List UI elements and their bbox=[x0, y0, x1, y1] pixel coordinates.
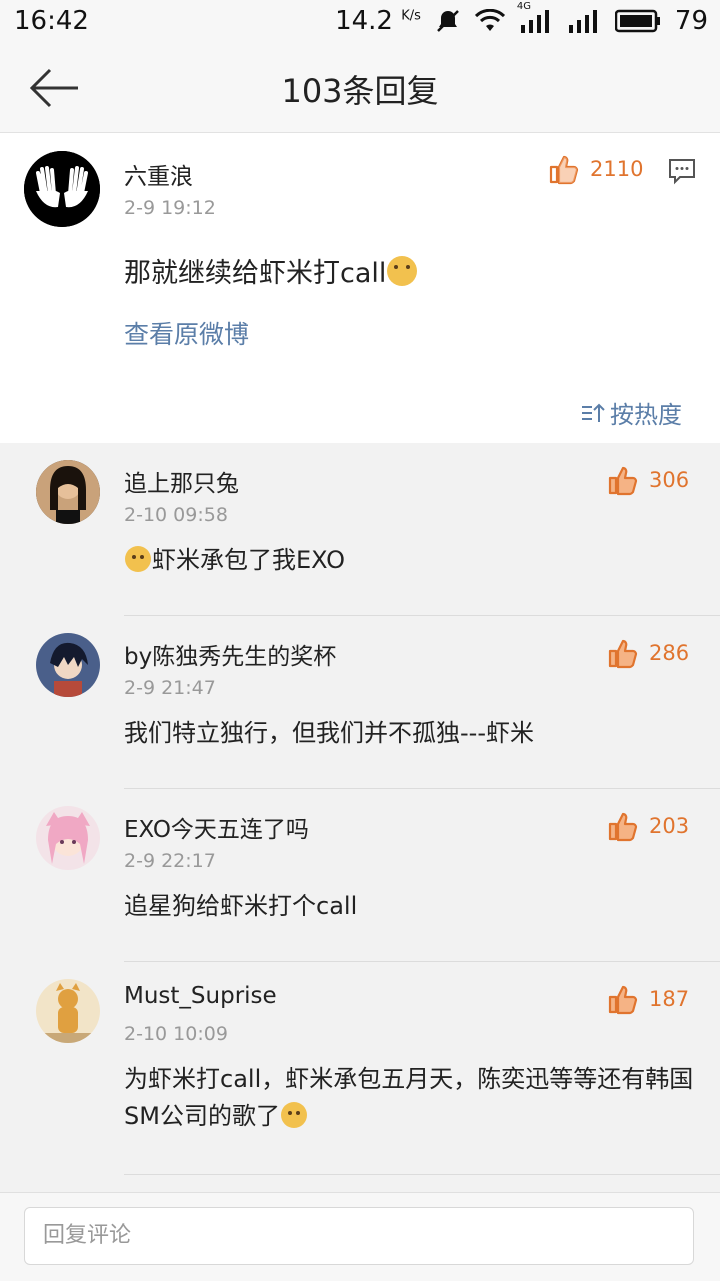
username[interactable]: EXO今天五连了吗 bbox=[124, 810, 309, 844]
like-button[interactable]: 306 bbox=[607, 464, 689, 496]
comment-text: 我们特立独行，但我们并不孤独---虾米 bbox=[124, 719, 534, 747]
network-speed: 14.2 K/s bbox=[335, 6, 421, 36]
sort-button[interactable]: 按热度 bbox=[580, 395, 682, 430]
avatar[interactable] bbox=[24, 151, 100, 227]
thumbs-up-icon bbox=[608, 985, 638, 1015]
like-count: 286 bbox=[649, 641, 690, 665]
comment-icon bbox=[669, 159, 695, 185]
avatar[interactable] bbox=[36, 979, 100, 1043]
list-item: EXO今天五连了吗 2-9 22:17 203 追星狗给虾米打个call bbox=[0, 790, 720, 962]
hands-avatar-icon bbox=[24, 151, 100, 227]
reply-button[interactable] bbox=[668, 157, 696, 185]
like-count: 187 bbox=[649, 987, 690, 1011]
like-button[interactable]: 286 bbox=[607, 637, 689, 669]
battery-level: 79 bbox=[674, 6, 708, 36]
thumbs-up-icon bbox=[608, 639, 638, 669]
view-original-link[interactable]: 查看原微博 bbox=[124, 315, 249, 351]
like-button[interactable]: 2110 bbox=[548, 153, 643, 185]
like-count: 306 bbox=[649, 468, 690, 492]
battery-icon bbox=[614, 9, 661, 33]
list-item: by陈独秀先生的奖杯 2-9 21:47 286 我们特立独行，但我们并不孤独-… bbox=[0, 617, 720, 789]
signal-4g-icon: 4G bbox=[517, 1, 553, 33]
divider bbox=[124, 615, 720, 616]
timestamp: 2-9 19:12 bbox=[124, 197, 216, 219]
username[interactable]: Must_Suprise bbox=[124, 983, 277, 1009]
thumbs-up-icon bbox=[608, 812, 638, 842]
avatar[interactable] bbox=[36, 460, 100, 524]
comment-text: 那就继续给虾米打call bbox=[124, 251, 418, 290]
sort-icon bbox=[582, 403, 605, 422]
divider bbox=[124, 1174, 720, 1175]
like-count: 203 bbox=[649, 814, 690, 838]
thumbs-up-icon bbox=[549, 155, 579, 185]
list-item: Must_Suprise 2-10 10:09 187 为虾米打call，虾米承… bbox=[0, 963, 720, 1191]
like-button[interactable]: 187 bbox=[607, 983, 689, 1015]
status-time: 16:42 bbox=[14, 6, 89, 36]
reply-input[interactable]: 回复评论 bbox=[24, 1207, 694, 1265]
comment-text: 为虾米打call，虾米承包五月天，陈奕迅等等还有韩国SM公司的歌了 bbox=[124, 1065, 694, 1130]
divider bbox=[124, 961, 720, 962]
divider bbox=[124, 788, 720, 789]
doge-emoji-icon bbox=[387, 255, 418, 286]
timestamp: 2-10 10:09 bbox=[124, 1023, 228, 1045]
mute-icon bbox=[435, 8, 461, 34]
like-count: 2110 bbox=[590, 157, 644, 181]
doge-emoji-icon bbox=[280, 1102, 307, 1128]
timestamp: 2-10 09:58 bbox=[124, 504, 228, 526]
wifi-icon bbox=[474, 9, 505, 33]
page-title: 103条回复 bbox=[281, 72, 439, 110]
comment-text: 虾米承包了我EXO bbox=[124, 542, 694, 579]
avatar[interactable] bbox=[36, 806, 100, 870]
avatar[interactable] bbox=[36, 633, 100, 697]
username[interactable]: 追上那只兔 bbox=[124, 464, 239, 498]
doge-emoji-icon bbox=[125, 546, 151, 572]
like-button[interactable]: 203 bbox=[607, 810, 689, 842]
signal-icon bbox=[567, 9, 601, 33]
list-item: 追上那只兔 2-10 09:58 306 虾米承包了我EXO bbox=[0, 444, 720, 616]
username[interactable]: by陈独秀先生的奖杯 bbox=[124, 637, 336, 671]
comment-text: 追星狗给虾米打个call bbox=[124, 892, 358, 920]
thumbs-up-icon bbox=[608, 466, 638, 496]
timestamp: 2-9 21:47 bbox=[124, 677, 216, 699]
username[interactable]: 六重浪 bbox=[124, 157, 193, 191]
reply-bar: 回复评论 bbox=[0, 1192, 720, 1281]
status-bar: 16:42 14.2 K/s 4G 79 bbox=[0, 0, 720, 44]
timestamp: 2-9 22:17 bbox=[124, 850, 216, 872]
main-comment: 六重浪 2-9 19:12 2110 那就继续给虾米打call 查看原微博 按热… bbox=[0, 133, 720, 443]
nav-bar: 103条回复 bbox=[0, 44, 720, 133]
